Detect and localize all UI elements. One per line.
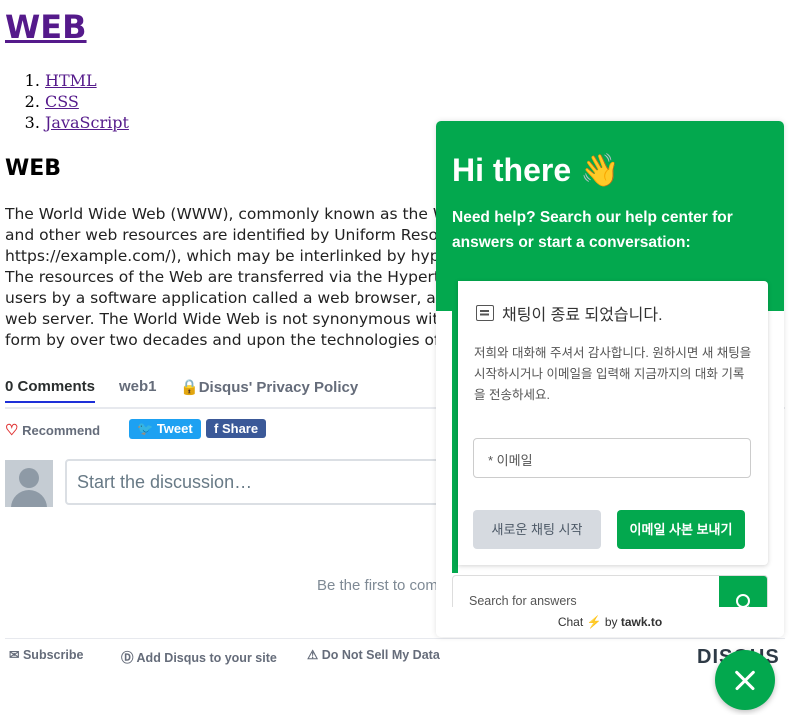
tawk-card-title: 채팅이 종료 되었습니다. — [476, 301, 663, 325]
lock-icon: 🔒 — [180, 379, 199, 396]
toc-item-html: HTML — [45, 70, 129, 91]
site-title[interactable]: WEB — [5, 8, 87, 46]
warning-icon: ⚠ — [307, 648, 319, 662]
tawk-footer: Chat ⚡ by tawk.to — [436, 607, 784, 637]
toc-link-javascript[interactable]: JavaScript — [45, 113, 129, 132]
tawk-close-button[interactable] — [715, 650, 775, 710]
twitter-icon: 🐦 — [137, 421, 154, 436]
tawk-greeting: Hi there 👋 — [452, 152, 620, 188]
tawk-card-text: 저희와 대화해 주셔서 감사합니다. 원하시면 새 채팅을 시작하시거나 이메일… — [474, 346, 752, 402]
search-icon — [736, 594, 750, 608]
tawk-footer-by: by — [604, 615, 618, 629]
section-title: WEB — [5, 156, 62, 181]
add-disqus-label: Add Disqus to your site — [136, 651, 277, 665]
tweet-label: Tweet — [156, 421, 193, 436]
toc-item-css: CSS — [45, 91, 129, 112]
new-chat-button[interactable]: 새로운 채팅 시작 — [473, 510, 601, 549]
privacy-label: Disqus' Privacy Policy — [198, 379, 359, 396]
article-line: web server. The World Wide Web is not sy… — [5, 310, 445, 328]
lightning-icon: ⚡ — [586, 615, 602, 629]
toc-link-css[interactable]: CSS — [45, 92, 79, 111]
tawk-card-title-text: 채팅이 종료 되었습니다. — [502, 307, 663, 324]
tab-privacy-policy[interactable]: 🔒Disqus' Privacy Policy — [180, 378, 358, 396]
site-title-link[interactable]: WEB — [5, 8, 87, 46]
subscribe-label: Subscribe — [22, 648, 84, 662]
envelope-icon: ✉ — [9, 648, 20, 662]
send-transcript-button[interactable]: 이메일 사본 보내기 — [617, 510, 745, 549]
disqus-d-icon: Ⓓ — [121, 651, 134, 665]
toc-link-html[interactable]: HTML — [45, 71, 97, 90]
tab-community[interactable]: web1 — [119, 378, 157, 395]
article-line: form by over two decades and upon the te… — [5, 331, 445, 349]
tawk-brand-link[interactable]: tawk.to — [621, 615, 662, 629]
tawk-chat-ended-card: 채팅이 종료 되었습니다. 저희와 대화해 주셔서 감사합니다. 원하시면 새 … — [458, 281, 768, 565]
tab-comments[interactable]: 0 Comments — [5, 378, 96, 403]
article-line: The World Wide Web (WWW), commonly known… — [5, 205, 445, 223]
recommend-label: Recommend — [22, 423, 101, 438]
subscribe-link[interactable]: ✉ Subscribe — [9, 647, 83, 662]
article-line: The resources of the Web are transferred… — [5, 268, 445, 286]
help-search-input[interactable]: Search for answers — [469, 594, 577, 608]
empty-comments-message: Be the first to com — [317, 577, 438, 594]
facebook-share-button[interactable]: f Share — [206, 419, 267, 438]
article-line: and other web resources are identified b… — [5, 226, 445, 244]
article-body: The World Wide Web (WWW), commonly known… — [5, 204, 445, 354]
table-of-contents: HTML CSS JavaScript — [25, 70, 129, 133]
do-not-sell-link[interactable]: ⚠ Do Not Sell My Data — [307, 647, 440, 662]
toc-item-javascript: JavaScript — [45, 112, 129, 133]
avatar — [5, 460, 53, 507]
article-line: https://example.com/), which may be inte… — [5, 247, 445, 265]
email-field[interactable]: * 이메일 — [473, 438, 751, 478]
tawk-subtitle: Need help? Search our help center for an… — [452, 209, 733, 251]
share-label: Share — [221, 421, 259, 436]
facebook-icon: f — [214, 421, 219, 436]
heart-icon: ♡ — [5, 422, 19, 439]
recommend-button[interactable]: ♡ Recommend — [5, 421, 100, 439]
tawk-chat-widget: Hi there 👋 Need help? Search our help ce… — [436, 121, 784, 637]
discussion-input[interactable]: Start the discussion… — [65, 459, 485, 505]
do-not-sell-label: Do Not Sell My Data — [321, 648, 440, 662]
tawk-footer-chat: Chat — [557, 615, 584, 629]
footer-divider — [5, 638, 785, 639]
article-line: users by a software application called a… — [5, 289, 445, 307]
tweet-button[interactable]: 🐦 Tweet — [129, 419, 201, 439]
add-disqus-link[interactable]: Ⓓ Add Disqus to your site — [121, 647, 277, 666]
chat-icon — [476, 305, 494, 321]
